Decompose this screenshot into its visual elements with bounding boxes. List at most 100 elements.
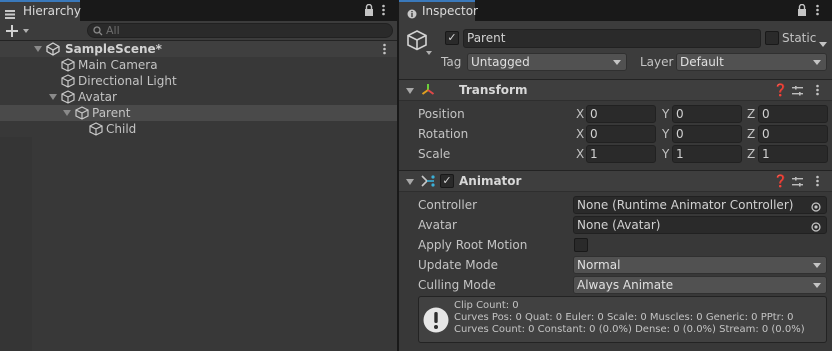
field-value: 0 <box>762 107 770 121</box>
kebab-menu-icon[interactable] <box>382 4 385 16</box>
presets-icon[interactable] <box>792 85 803 96</box>
warning-icon <box>423 307 449 333</box>
object-name-field[interactable]: Parent <box>463 29 761 48</box>
kebab-menu-icon[interactable] <box>816 175 819 187</box>
scale-z-field[interactable]: 1 <box>758 145 828 163</box>
animator-info-box: Clip Count: 0 Curves Pos: 0 Quat: 0 Eule… <box>418 296 827 343</box>
object-picker-icon[interactable] <box>811 200 821 212</box>
kebab-menu-icon[interactable] <box>383 43 386 55</box>
lock-icon[interactable] <box>797 3 807 16</box>
axis-y-label: Y <box>662 127 670 141</box>
controller-field[interactable]: None (Runtime Animator Controller) <box>573 196 827 214</box>
cube-icon <box>61 58 75 72</box>
chevron-down-icon[interactable] <box>819 36 827 47</box>
field-value: 0 <box>762 127 770 141</box>
object-picker-icon[interactable] <box>811 220 821 232</box>
field-value: 1 <box>762 147 770 161</box>
scale-y-field[interactable]: 1 <box>672 145 742 163</box>
search-input[interactable]: All <box>87 23 393 38</box>
indent-gutter <box>0 137 32 351</box>
avatar-field[interactable]: None (Avatar) <box>573 216 827 234</box>
culling-mode-value: Always Animate <box>577 278 674 292</box>
field-value: 0 <box>590 127 598 141</box>
update-mode-dropdown[interactable]: Normal <box>573 256 827 274</box>
lock-icon[interactable] <box>364 3 374 16</box>
list-item[interactable]: Avatar <box>0 89 397 105</box>
culling-mode-label: Culling Mode <box>418 278 496 292</box>
avatar-value: None (Avatar) <box>577 218 661 232</box>
item-label: Parent <box>92 106 131 120</box>
item-label: Avatar <box>78 90 117 104</box>
expand-arrow-icon[interactable] <box>49 94 57 100</box>
list-item[interactable]: Parent <box>0 105 397 121</box>
animator-icon <box>421 174 435 188</box>
inspector-panel: Inspector ✓ Parent Static Tag Untagged L… <box>399 0 832 351</box>
axis-z-label: Z <box>747 107 756 121</box>
rotation-label: Rotation <box>418 127 469 141</box>
tab-hierarchy[interactable]: Hierarchy <box>0 0 82 21</box>
controller-value: None (Runtime Animator Controller) <box>577 198 794 212</box>
rotation-x-field[interactable]: 0 <box>586 125 656 143</box>
rotation-y-field[interactable]: 0 <box>672 125 742 143</box>
layer-label: Layer <box>640 55 674 69</box>
update-mode-value: Normal <box>577 258 621 272</box>
field-value: 1 <box>676 147 684 161</box>
search-placeholder: All <box>106 24 120 37</box>
item-label: Directional Light <box>78 74 177 88</box>
tab-inspector[interactable]: Inspector <box>399 0 478 21</box>
axis-z-label: Z <box>747 127 756 141</box>
apply-root-motion-checkbox[interactable] <box>574 238 588 252</box>
transform-icon <box>421 83 435 97</box>
chevron-down-icon <box>813 283 821 288</box>
tag-value: Untagged <box>471 55 530 69</box>
position-z-field[interactable]: 0 <box>758 105 828 123</box>
hierarchy-panel: Hierarchy All SampleScene* Main Camera D… <box>0 0 397 351</box>
axis-z-label: Z <box>747 147 756 161</box>
tab-hierarchy-label: Hierarchy <box>23 4 82 18</box>
list-icon <box>5 6 15 19</box>
expand-arrow-icon[interactable] <box>34 46 42 52</box>
expand-arrow-icon[interactable] <box>63 110 71 116</box>
chevron-down-icon <box>613 60 621 65</box>
position-x-field[interactable]: 0 <box>586 105 656 123</box>
transform-title: Transform <box>459 83 528 97</box>
info-icon <box>407 6 417 19</box>
axis-x-label: X <box>576 127 585 141</box>
cube-icon <box>61 74 75 88</box>
scene-label: SampleScene* <box>65 42 162 56</box>
transform-header[interactable]: Transform ❓ <box>399 79 832 101</box>
culling-mode-dropdown[interactable]: Always Animate <box>573 276 827 294</box>
list-item[interactable]: Main Camera <box>0 57 397 73</box>
kebab-menu-icon[interactable] <box>816 84 819 96</box>
object-name-value: Parent <box>467 31 506 45</box>
avatar-label: Avatar <box>418 218 457 232</box>
collapse-arrow-icon[interactable] <box>406 88 414 94</box>
info-line: Clip Count: 0 <box>454 300 519 311</box>
info-line: Curves Pos: 0 Quat: 0 Euler: 0 Scale: 0 … <box>454 312 794 323</box>
animator-enabled-checkbox[interactable]: ✓ <box>440 174 454 188</box>
help-icon[interactable]: ❓ <box>773 83 788 97</box>
apply-root-motion-label: Apply Root Motion <box>418 238 528 252</box>
list-item[interactable]: Child <box>0 121 397 137</box>
tag-dropdown[interactable]: Untagged <box>467 53 627 71</box>
cube-icon <box>89 122 103 136</box>
position-y-field[interactable]: 0 <box>672 105 742 123</box>
plus-icon[interactable] <box>6 24 30 38</box>
scene-row[interactable]: SampleScene* <box>0 41 397 57</box>
kebab-menu-icon[interactable] <box>816 4 819 16</box>
scale-x-field[interactable]: 1 <box>586 145 656 163</box>
cube-icon[interactable] <box>407 29 433 57</box>
list-item[interactable]: Directional Light <box>0 73 397 89</box>
collapse-arrow-icon[interactable] <box>406 179 414 185</box>
active-checkbox[interactable]: ✓ <box>445 31 459 45</box>
rotation-z-field[interactable]: 0 <box>758 125 828 143</box>
animator-header[interactable]: ✓ Animator ❓ <box>399 170 832 192</box>
static-checkbox[interactable] <box>765 31 779 45</box>
layer-dropdown[interactable]: Default <box>676 53 827 71</box>
axis-x-label: X <box>576 107 585 121</box>
presets-icon[interactable] <box>792 176 803 187</box>
item-label: Main Camera <box>78 58 158 72</box>
help-icon[interactable]: ❓ <box>773 174 788 188</box>
chevron-down-icon <box>813 263 821 268</box>
cube-icon <box>61 90 75 104</box>
